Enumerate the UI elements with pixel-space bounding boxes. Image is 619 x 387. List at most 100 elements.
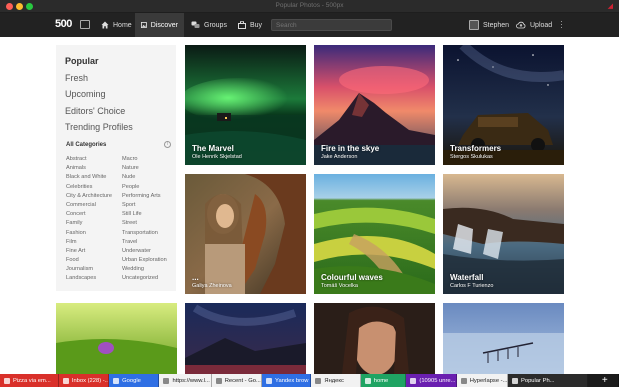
category-link[interactable]: Street — [122, 219, 167, 228]
category-link[interactable]: Film — [66, 238, 112, 247]
cloud-upload-icon — [516, 21, 526, 29]
category-link[interactable]: Food — [66, 256, 112, 265]
window-favicon-icon — [215, 377, 222, 384]
browser-menu-icon[interactable]: ◢ — [608, 2, 613, 10]
taskbar-window-tab[interactable]: Inbox (228) -... — [58, 374, 110, 387]
taskbar-window-tab[interactable]: Яндекс — [311, 374, 361, 387]
category-link[interactable]: Fashion — [66, 229, 112, 238]
taskbar-tab-label: Popular Ph... — [520, 377, 555, 384]
sidebar-item-upcoming[interactable]: Upcoming — [65, 86, 133, 103]
category-link[interactable]: Journalism — [66, 265, 112, 274]
photo-author[interactable]: Ole Henrik Skjelstad — [192, 154, 242, 160]
category-link[interactable]: Sport — [122, 201, 167, 210]
taskbar-tab-label: home — [373, 377, 389, 384]
sidebar-item-trending-profiles[interactable]: Trending Profiles — [65, 119, 133, 136]
taskbar-tab-label: https://www.l... — [172, 377, 210, 384]
taskbar-tab-label: (10905 unre... — [419, 377, 456, 384]
photo-card[interactable] — [443, 303, 564, 374]
photo-author[interactable]: Carlos F Turienzo — [450, 283, 493, 289]
photo-card[interactable]: The Marvel Ole Henrik Skjelstad — [185, 45, 306, 165]
photo-title: Colourful waves — [321, 273, 383, 282]
taskbar-window-tab[interactable]: (10905 unre... — [406, 374, 457, 387]
category-link[interactable]: Black and White — [66, 173, 112, 182]
photo-caption: ... Galiya Zheinova — [192, 273, 232, 289]
window-titlebar: Popular Photos - 500px ◢ — [0, 0, 619, 13]
category-link[interactable]: Travel — [122, 238, 167, 247]
taskbar-window-tab[interactable]: home — [360, 374, 407, 387]
nav-discover[interactable]: Discover — [135, 13, 184, 37]
more-options-icon[interactable]: · · · — [560, 17, 563, 32]
photo-caption: Transformers Stergos Skulukas — [450, 144, 501, 160]
category-link[interactable]: Uncategorized — [122, 274, 167, 283]
photo-card[interactable]: ... Galiya Zheinova — [185, 174, 306, 294]
category-link[interactable]: Nature — [122, 164, 167, 173]
photo-card[interactable] — [185, 303, 306, 374]
new-tab-button[interactable]: + — [588, 374, 619, 387]
nav-groups[interactable]: Groups — [185, 13, 233, 37]
logo-px-icon — [80, 20, 90, 29]
taskbar-window-tab[interactable]: Yandex brow — [262, 374, 312, 387]
window-title: Popular Photos - 500px — [275, 2, 344, 9]
photo-caption: The Marvel Ole Henrik Skjelstad — [192, 144, 242, 160]
photo-title: Transformers — [450, 144, 502, 153]
500px-logo[interactable]: 500 — [55, 18, 72, 30]
photo-card[interactable] — [56, 303, 177, 374]
category-link[interactable]: Animals — [66, 164, 112, 173]
photo-title: Waterfall — [450, 273, 484, 282]
photo-author[interactable]: Galiya Zheinova — [192, 283, 232, 289]
taskbar-tab-label: Yandex brow — [275, 377, 309, 384]
categories-heading: All Categories — [66, 142, 107, 148]
category-link[interactable]: Transportation — [122, 229, 167, 238]
taskbar-window-tab[interactable]: Pizza via em... — [0, 374, 59, 387]
photo-card[interactable] — [314, 303, 435, 374]
photo-night-mountains-image — [185, 303, 306, 374]
sidebar-item-editors-choice[interactable]: Editors' Choice — [65, 103, 133, 120]
photo-card[interactable]: Transformers Stergos Skulukas — [443, 45, 564, 165]
photo-title: Fire in the skye — [321, 144, 380, 153]
category-link[interactable]: Performing Arts — [122, 192, 167, 201]
category-link[interactable]: Urban Exploration — [122, 256, 167, 265]
photo-flower-meadow-image — [56, 303, 177, 374]
info-icon[interactable]: i — [164, 141, 171, 148]
nav-discover-label: Discover — [150, 21, 178, 29]
window-favicon-icon — [315, 377, 322, 384]
category-link[interactable]: Fine Art — [66, 247, 112, 256]
photo-card[interactable]: Colourful waves Tomáš Vocelka — [314, 174, 435, 294]
photo-card[interactable]: Waterfall Carlos F Turienzo — [443, 174, 564, 294]
sidebar-item-fresh[interactable]: Fresh — [65, 70, 133, 87]
category-link[interactable]: Family — [66, 219, 112, 228]
taskbar-tab-label: Recent - Go... — [224, 377, 261, 384]
category-link[interactable]: Commercial — [66, 201, 112, 210]
photo-caption: Waterfall Carlos F Turienzo — [450, 273, 493, 289]
category-link[interactable]: City & Architecture — [66, 192, 112, 201]
taskbar-window-tab[interactable]: Google — [109, 374, 160, 387]
search-input[interactable] — [271, 19, 392, 31]
category-link[interactable]: Landscapes — [66, 274, 112, 283]
category-link[interactable]: Nude — [122, 173, 167, 182]
photo-author[interactable]: Stergos Skulukas — [450, 154, 501, 160]
category-link[interactable]: Macro — [122, 155, 167, 164]
nav-home[interactable]: Home — [95, 13, 138, 37]
user-profile-button[interactable]: Stephen — [463, 13, 515, 37]
photo-woman-portrait-image — [314, 303, 435, 374]
nav-buy[interactable]: Buy — [232, 13, 268, 37]
category-link[interactable]: Celebrities — [66, 183, 112, 192]
sidebar-feeds: Popular Fresh Upcoming Editors' Choice T… — [65, 53, 133, 136]
taskbar-window-tab[interactable]: Hyperlapse -... — [456, 374, 508, 387]
category-link[interactable]: People — [122, 183, 167, 192]
upload-button[interactable]: Upload — [510, 13, 558, 37]
category-link[interactable]: Concert — [66, 210, 112, 219]
photo-card[interactable]: Fire in the skye Jake Anderson — [314, 45, 435, 165]
taskbar-tab-label: Pizza via em... — [13, 377, 51, 384]
sidebar-item-popular[interactable]: Popular — [65, 53, 133, 70]
category-link[interactable]: Underwater — [122, 247, 167, 256]
taskbar-window-tab[interactable]: https://www.l... — [159, 374, 212, 387]
category-link[interactable]: Abstract — [66, 155, 112, 164]
taskbar-window-tab[interactable]: Popular Ph... — [507, 374, 588, 387]
taskbar-window-tab[interactable]: Recent - Go... — [211, 374, 263, 387]
category-link[interactable]: Still Life — [122, 210, 167, 219]
taskbar-tab-label: Hyperlapse -... — [469, 377, 508, 384]
category-link[interactable]: Wedding — [122, 265, 167, 274]
photo-author[interactable]: Tomáš Vocelka — [321, 283, 383, 289]
photo-author[interactable]: Jake Anderson — [321, 154, 379, 160]
